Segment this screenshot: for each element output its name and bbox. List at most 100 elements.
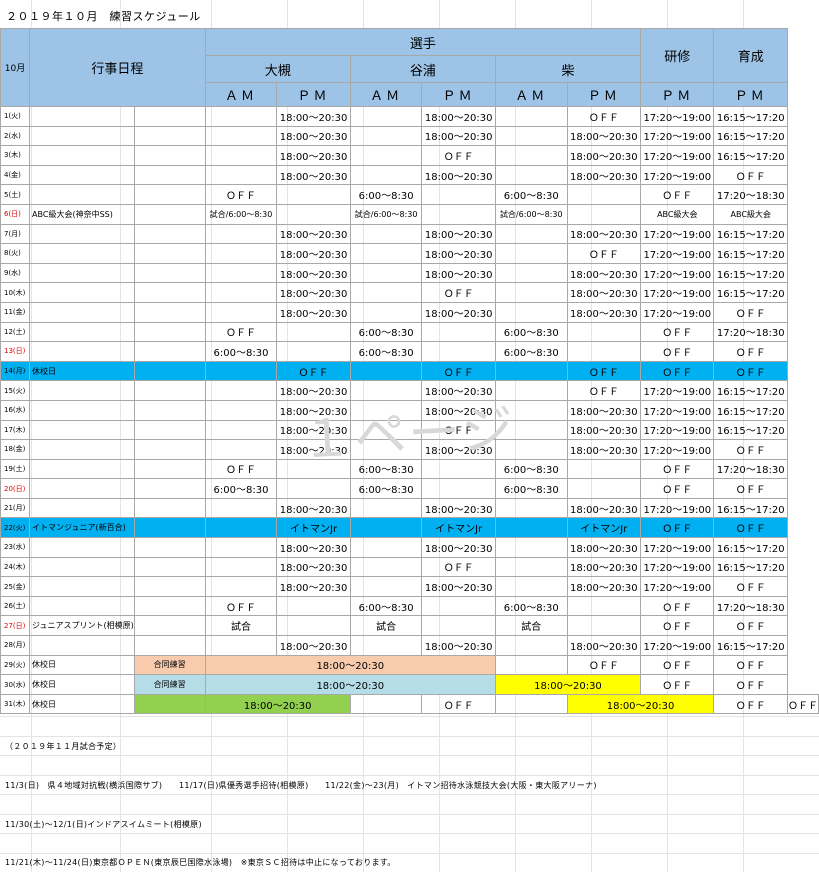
schedule-cell: 18:00～20:30 <box>421 243 496 264</box>
pm-header: ＰＭ <box>640 82 715 107</box>
schedule-cell: 18:00～20:30 <box>566 399 642 421</box>
schedule-cell: 6:00～8:30 <box>494 595 568 617</box>
schedule-cell: ＯＦＦ <box>640 184 715 205</box>
schedule-cell <box>349 635 423 656</box>
sub-cell <box>133 282 206 303</box>
schedule-cell: ＯＦＦ <box>713 478 788 499</box>
joint-practice-time: 18:00～20:30 <box>204 654 496 676</box>
schedule-cell: 18:00～20:30 <box>421 635 496 656</box>
table-row: 22(火) イトマンジュニア(新百合) イトマンJr イトマンJr イトマンJr ＯＦＦ Ｏ… <box>0 517 819 539</box>
event-cell <box>29 341 135 362</box>
schedule-cell: 16:15～17:20 <box>713 145 788 166</box>
schedule-cell <box>349 576 423 597</box>
table-row: 27(日) ジュニアスプリント(相模原) 試合 試合 試合 ＯＦＦ ＯＦＦ <box>0 615 819 637</box>
schedule-cell <box>204 635 278 656</box>
schedule-cell: ＯＦＦ <box>421 145 496 166</box>
coach-header: 柴 <box>494 55 642 83</box>
schedule-cell: 17:20～19:00 <box>640 439 715 460</box>
schedule-cell <box>276 203 351 225</box>
table-row: 4(金) 18:00～20:30 18:00～20:30 18:00～20:30 17:… <box>0 164 819 186</box>
table-row: 12(土) ＯＦＦ 6:00～8:30 6:00～8:30 ＯＦＦ 17:20～18:30 <box>0 321 819 343</box>
schedule-cell <box>204 517 278 539</box>
schedule-cell: 6:00～8:30 <box>494 458 568 480</box>
schedule-cell: 18:00～20:30 <box>276 576 351 597</box>
schedule-cell <box>276 595 351 617</box>
schedule-cell: 16:15～17:20 <box>713 106 788 127</box>
schedule-cell: 6:00～8:30 <box>349 595 423 617</box>
schedule-cell: 17:20～19:00 <box>640 301 715 323</box>
schedule-cell <box>349 164 423 186</box>
schedule-cell <box>349 497 423 519</box>
schedule-cell: 17:20～19:00 <box>640 164 715 186</box>
schedule-cell: ＯＦＦ <box>713 517 788 539</box>
sub-cell <box>133 537 206 558</box>
table-row: 8(火) 18:00～20:30 18:00～20:30 ＯＦＦ 17:20～19:00… <box>0 243 819 264</box>
schedule-cell: 17:20～19:00 <box>640 262 715 284</box>
day-cell: 22(火) <box>0 517 31 539</box>
schedule-cell: 18:00～20:30 <box>566 556 642 578</box>
schedule-cell <box>566 203 642 225</box>
schedule-cell <box>566 458 642 480</box>
schedule-cell: 17:20～18:30 <box>713 458 788 480</box>
green-cell <box>133 693 206 715</box>
day-cell: 31(木) <box>0 693 31 715</box>
day-cell: 6(日) <box>0 203 31 225</box>
schedule-cell <box>349 125 423 147</box>
schedule-cell: 18:00～20:30 <box>276 106 351 127</box>
schedule-cell <box>349 145 423 166</box>
schedule-cell <box>276 478 351 499</box>
schedule-cell <box>494 654 568 676</box>
schedule-cell: 17:20～19:00 <box>640 399 715 421</box>
schedule-cell: ＯＦＦ <box>640 321 715 343</box>
schedule-cell: 6:00～8:30 <box>204 341 278 362</box>
schedule-cell: ＯＦＦ <box>787 693 819 715</box>
schedule-cell <box>494 164 568 186</box>
table-row: 23(水) 18:00～20:30 18:00～20:30 18:00～20:30 17… <box>0 537 819 558</box>
schedule-cell <box>421 615 496 637</box>
schedule-cell: 18:00～20:30 <box>421 262 496 284</box>
schedule-cell <box>494 517 568 539</box>
day-cell: 16(水) <box>0 399 31 421</box>
schedule-cell: 16:15～17:20 <box>713 399 788 421</box>
schedule-cell <box>349 223 423 245</box>
table-row: 13(日) 6:00～8:30 6:00～8:30 6:00～8:30 ＯＦＦ ＯＦＦ <box>0 341 819 362</box>
schedule-cell: 17:20～18:30 <box>713 321 788 343</box>
event-cell <box>29 243 135 264</box>
schedule-cell <box>204 262 278 284</box>
schedule-cell <box>566 321 642 343</box>
schedule-cell <box>276 184 351 205</box>
schedule-cell: 16:15～17:20 <box>713 125 788 147</box>
schedule-cell <box>494 301 568 323</box>
schedule-cell: 試合/6:00～8:30 <box>349 203 423 225</box>
event-cell <box>29 301 135 323</box>
event-cell <box>29 635 135 656</box>
schedule-cell <box>421 184 496 205</box>
schedule-cell: ＯＦＦ <box>640 360 715 382</box>
pm-header: ＰＭ <box>566 82 642 107</box>
schedule-cell: 6:00～8:30 <box>349 478 423 499</box>
schedule-cell: ＯＦＦ <box>713 615 788 637</box>
schedule-cell: ＯＦＦ <box>640 615 715 637</box>
schedule-cell <box>204 282 278 303</box>
sub-cell <box>133 399 206 421</box>
sub-cell <box>133 360 206 382</box>
schedule-cell: 6:00～8:30 <box>204 478 278 499</box>
schedule-cell: ＯＦＦ <box>566 360 642 382</box>
schedule-cell <box>421 478 496 499</box>
sub-cell <box>133 419 206 441</box>
schedule-cell: 18:00～20:30 <box>204 693 351 715</box>
event-cell <box>29 478 135 499</box>
event-cell: 休校日 <box>29 654 135 676</box>
day-cell: 23(水) <box>0 537 31 558</box>
table-row: 24(木) 18:00～20:30 ＯＦＦ 18:00～20:30 17:20～19:0… <box>0 556 819 578</box>
schedule-cell <box>494 576 568 597</box>
schedule-cell: 18:00～20:30 <box>566 125 642 147</box>
schedule-cell <box>204 399 278 421</box>
schedule-cell: ＯＦＦ <box>713 301 788 323</box>
sub-cell <box>133 164 206 186</box>
schedule-cell <box>566 184 642 205</box>
schedule-cell <box>494 497 568 519</box>
sub-cell <box>133 458 206 480</box>
schedule-cell: 18:00～20:30 <box>421 223 496 245</box>
schedule-cell <box>494 693 568 715</box>
